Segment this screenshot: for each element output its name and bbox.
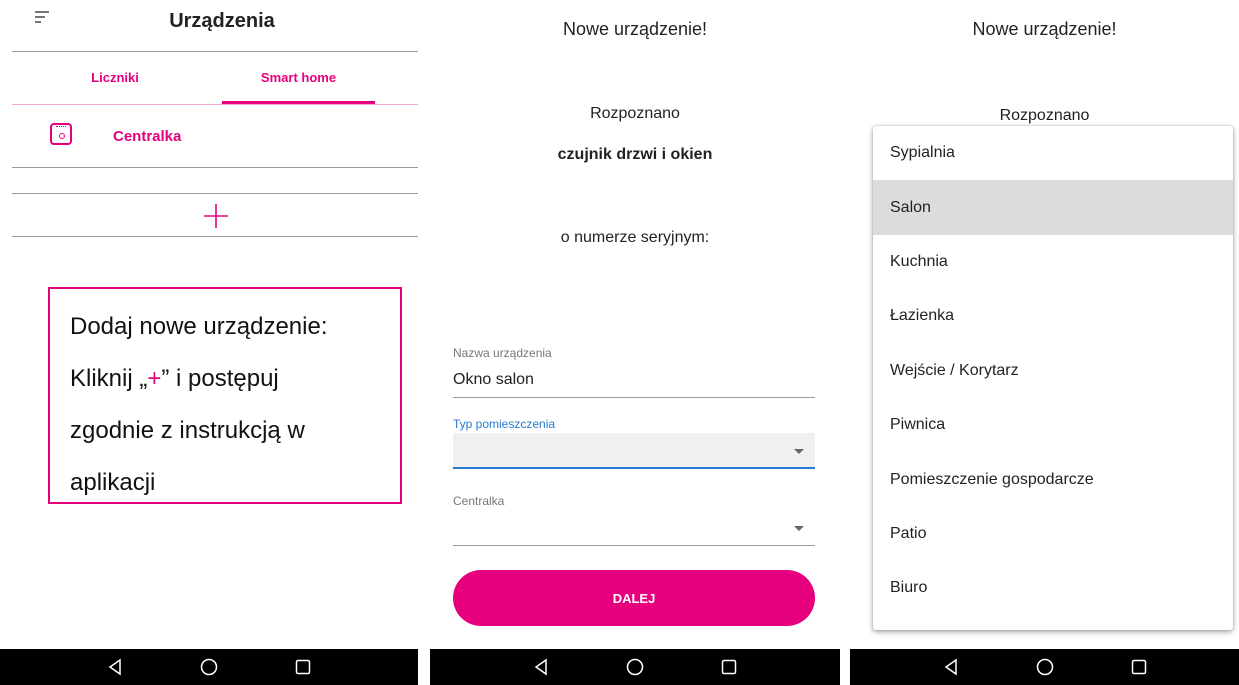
instruction-box: Dodaj nowe urządzenie: Kliknij „+” i pos… — [48, 287, 402, 504]
plus-icon[interactable] — [202, 202, 230, 230]
divider — [12, 104, 418, 105]
back-icon[interactable] — [939, 655, 963, 679]
dropdown-option-patio[interactable]: Patio — [873, 507, 1233, 561]
recents-icon[interactable] — [717, 655, 741, 679]
recents-icon[interactable] — [291, 655, 315, 679]
room-type-select[interactable] — [453, 433, 815, 468]
new-device-screen: Nowe urządzenie! Rozpoznano czujnik drzw… — [430, 0, 840, 685]
divider — [12, 167, 418, 168]
instruction-text: ” i postępuj — [161, 365, 279, 392]
dropdown-option-lazienka[interactable]: Łazienka — [873, 289, 1233, 343]
android-nav-bar — [430, 649, 840, 685]
devices-screen: Urządzenia Liczniki Smart home Centralka… — [0, 0, 418, 685]
room-type-label: Typ pomieszczenia — [453, 417, 556, 431]
instruction-line: Kliknij „+” i postępuj — [70, 353, 400, 405]
dropdown-option-biuro[interactable]: Biuro — [873, 561, 1233, 615]
android-nav-bar — [850, 649, 1239, 685]
hub-field-label: Centralka — [453, 494, 505, 508]
tab-smart-home[interactable]: Smart home — [222, 70, 375, 85]
dropdown-option-pomieszczenie-gospodarcze[interactable]: Pomieszczenie gospodarcze — [873, 452, 1233, 506]
serial-label: o numerze seryjnym: — [560, 229, 710, 246]
room-type-dropdown-screen: Nowe urządzenie! Rozpoznano Sypialnia Sa… — [850, 0, 1239, 685]
hub-field-underline — [453, 545, 815, 546]
tab-liczniki[interactable]: Liczniki — [50, 70, 180, 85]
android-nav-bar — [0, 649, 418, 685]
page-title: Nowe urządzenie! — [562, 19, 708, 39]
name-field-underline — [453, 397, 815, 398]
back-icon[interactable] — [103, 655, 127, 679]
dropdown-option-salon[interactable]: Salon — [873, 180, 1233, 235]
home-icon[interactable] — [1033, 655, 1057, 679]
home-icon[interactable] — [197, 655, 221, 679]
divider — [12, 51, 418, 52]
dropdown-option-wejscie-korytarz[interactable]: Wejście / Korytarz — [873, 344, 1233, 398]
device-label: Centralka — [113, 128, 182, 145]
instruction-text: Kliknij „ — [70, 365, 148, 392]
room-type-dropdown: Sypialnia Salon Kuchnia Łazienka Wejście… — [873, 126, 1233, 630]
recognized-label: Rozpoznano — [590, 105, 680, 122]
dropdown-option-piwnica[interactable]: Piwnica — [873, 398, 1233, 452]
divider — [12, 193, 418, 194]
home-icon[interactable] — [623, 655, 647, 679]
page-title: Nowe urządzenie! — [972, 19, 1117, 39]
room-type-underline — [453, 467, 815, 469]
instruction-line: aplikacji — [70, 469, 156, 496]
recents-icon[interactable] — [1127, 655, 1151, 679]
back-icon[interactable] — [529, 655, 553, 679]
name-field-label: Nazwa urządzenia — [453, 346, 552, 360]
instruction-line: Dodaj nowe urządzenie: — [70, 313, 328, 340]
name-field[interactable]: Okno salon — [453, 371, 534, 389]
chevron-down-icon — [794, 449, 804, 454]
instruction-line: zgodnie z instrukcją w — [70, 417, 305, 444]
plus-symbol: + — [147, 365, 162, 392]
dropdown-option-sypialnia[interactable]: Sypialnia — [873, 126, 1233, 180]
device-type: czujnik drzwi i okien — [557, 146, 713, 163]
divider — [12, 236, 418, 237]
dropdown-option-kuchnia[interactable]: Kuchnia — [873, 235, 1233, 289]
page-title: Urządzenia — [169, 10, 275, 32]
recognized-label: Rozpoznano — [999, 107, 1090, 124]
hub-select[interactable] — [453, 512, 815, 544]
next-button[interactable]: DALEJ — [453, 570, 815, 626]
hub-device-icon — [50, 123, 72, 145]
chevron-down-icon — [794, 526, 804, 531]
